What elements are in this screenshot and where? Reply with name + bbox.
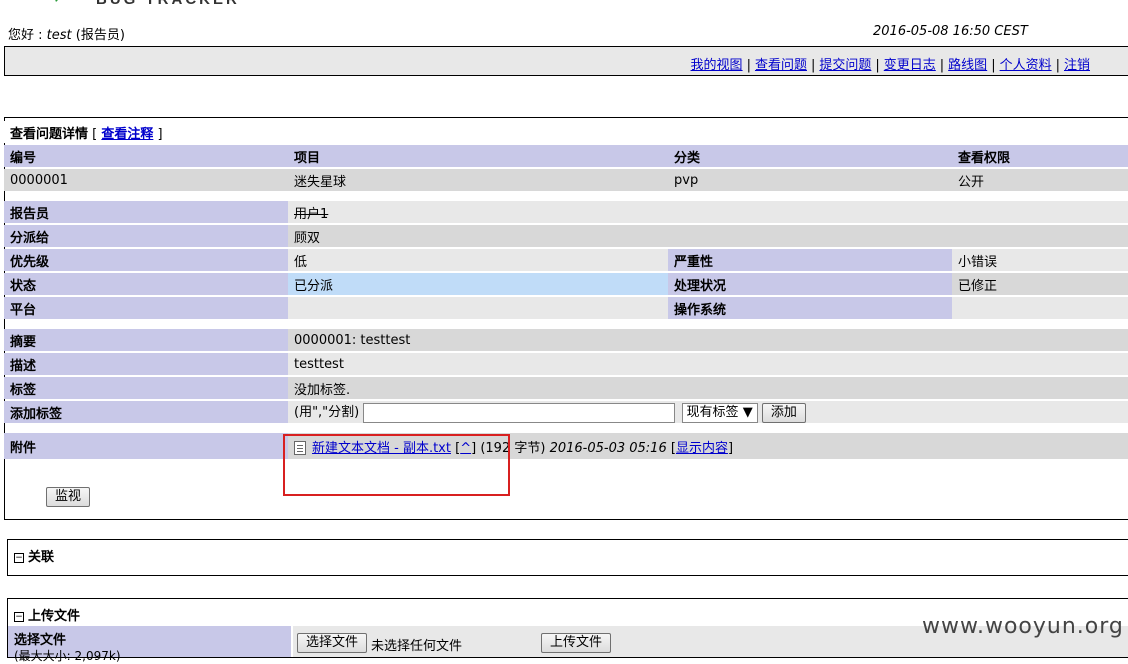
- relations-panel: − 关联: [7, 539, 1128, 576]
- dropdown-arrow-icon: ▼: [742, 404, 753, 420]
- greeting: 您好 : test (报告员): [8, 28, 125, 43]
- add-tag-button[interactable]: 添加: [761, 403, 806, 423]
- col-category-header: 分类: [668, 145, 952, 167]
- menu-roadmap[interactable]: 路线图: [948, 58, 987, 73]
- issue-category: pvp: [668, 169, 952, 191]
- upload-title[interactable]: − 上传文件: [14, 605, 80, 624]
- tags-value: 没加标签.: [288, 377, 1128, 399]
- col-view-status-header: 查看权限: [952, 145, 1128, 167]
- severity-value: 小错误: [952, 249, 1128, 271]
- assigned-value: 顾双: [288, 225, 668, 247]
- col-project-header: 项目: [288, 145, 668, 167]
- panel-title: 查看问题详情 [ 查看注释 ]: [4, 121, 1128, 143]
- description-label: 描述: [4, 353, 288, 375]
- attachment-date: 2016-05-03 05:16: [549, 440, 667, 456]
- logo-text: BUG TRACKER: [96, 0, 240, 8]
- platform-label: 平台: [4, 297, 288, 319]
- highlight-box: [283, 434, 510, 496]
- no-file-text: 未选择任何文件: [371, 639, 463, 654]
- menu-my-view[interactable]: 我的视图: [691, 58, 743, 73]
- add-tag-row: (用","分割) 现有标签 ▼ 添加: [288, 401, 1128, 423]
- status-label: 状态: [4, 273, 288, 295]
- attachments-label: 附件: [4, 433, 288, 459]
- os-label: 操作系统: [668, 297, 952, 319]
- relations-title[interactable]: − 关联: [14, 546, 54, 565]
- col-id-header: 编号: [4, 145, 288, 167]
- summary-value: 0000001: testtest: [288, 329, 1128, 351]
- username: test: [46, 28, 72, 43]
- show-content-link[interactable]: 显示内容: [676, 441, 728, 456]
- issue-id: 0000001: [4, 169, 288, 191]
- watermark: www.wooyun.org: [922, 614, 1124, 639]
- choose-file-button[interactable]: 选择文件: [297, 633, 368, 653]
- add-tag-input[interactable]: [363, 402, 676, 423]
- reporter-value: 用户1: [288, 201, 668, 223]
- description-value: testtest: [288, 353, 1128, 375]
- collapse-icon: −: [14, 552, 24, 563]
- menu-logout[interactable]: 注销: [1064, 58, 1090, 73]
- platform-value: [288, 297, 668, 319]
- os-value: [952, 297, 1128, 319]
- priority-label: 优先级: [4, 249, 288, 271]
- issue-view-status: 公开: [952, 169, 1128, 191]
- watch-button[interactable]: 监视: [46, 487, 91, 507]
- issue-project: 迷失星球: [288, 169, 668, 191]
- priority-value: 低: [288, 249, 668, 271]
- resolution-value: 已修正: [952, 273, 1128, 295]
- add-tag-hint: (用","分割): [294, 405, 360, 420]
- main-menu: 我的视图 | 查看问题 | 提交问题 | 变更日志 | 路线图 | 个人资料 | 注销: [690, 58, 1090, 73]
- existing-tags-select[interactable]: 现有标签 ▼: [681, 402, 758, 423]
- assigned-label: 分派给: [4, 225, 288, 247]
- menu-changelog[interactable]: 变更日志: [884, 58, 936, 73]
- view-notes-link[interactable]: 查看注释: [101, 127, 153, 142]
- menu-view-issues[interactable]: 查看问题: [755, 58, 807, 73]
- reporter-label: 报告员: [4, 201, 288, 223]
- current-datetime: 2016-05-08 16:50 CEST: [873, 24, 1028, 39]
- severity-label: 严重性: [668, 249, 952, 271]
- main-menu-bar: 我的视图 | 查看问题 | 提交问题 | 变更日志 | 路线图 | 个人资料 | 注销: [4, 46, 1128, 76]
- logo-icon: [55, 0, 58, 2]
- upload-file-button[interactable]: 上传文件: [541, 633, 612, 653]
- collapse-icon: −: [14, 611, 24, 622]
- menu-my-account[interactable]: 个人资料: [1000, 58, 1052, 73]
- menu-report-issue[interactable]: 提交问题: [819, 58, 871, 73]
- summary-label: 摘要: [4, 329, 288, 351]
- issue-details-table: 查看问题详情 [ 查看注释 ] 编号 项目 分类 查看权限 0000001 迷失…: [4, 119, 1128, 461]
- choose-file-label: 选择文件 (最大大小: 2,097k): [8, 626, 291, 663]
- add-tag-label: 添加标签: [4, 401, 288, 423]
- tags-label: 标签: [4, 377, 288, 399]
- status-value: 已分派: [288, 273, 668, 295]
- resolution-label: 处理状况: [668, 273, 952, 295]
